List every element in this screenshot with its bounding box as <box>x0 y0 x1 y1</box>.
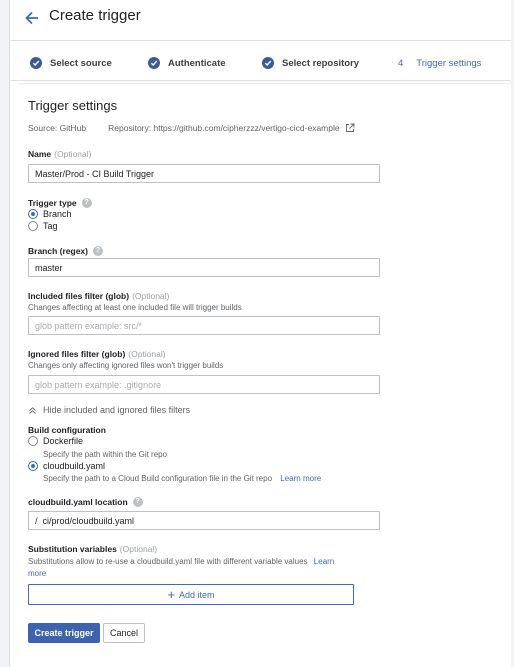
left-gutter <box>0 0 10 667</box>
help-icon[interactable]: ? <box>93 246 103 256</box>
step-number: 4 <box>398 57 404 69</box>
step-label: Select source <box>50 57 112 69</box>
radio-unselected-icon <box>28 221 38 231</box>
check-circle-icon <box>148 57 160 69</box>
check-circle-icon <box>30 57 42 69</box>
optional-tag: (Optional) <box>119 544 158 554</box>
radio-branch[interactable]: Branch <box>28 209 72 219</box>
radio-unselected-icon <box>28 436 38 446</box>
cloudbuild-hint: Specify the path to a Cloud Build config… <box>43 474 321 483</box>
add-item-label: Add item <box>179 589 215 600</box>
source-text: Source: GitHub <box>28 123 87 133</box>
cloudbuild-location-input[interactable]: / ci/prod/cloudbuild.yaml <box>28 511 380 530</box>
chevron-up-icon <box>29 406 36 414</box>
step-authenticate[interactable]: Authenticate <box>148 50 226 76</box>
name-input[interactable]: Master/Prod - CI Build Trigger <box>28 164 380 183</box>
step-select-source[interactable]: Select source <box>30 50 112 76</box>
cloudbuild-location-label: cloudbuild.yaml location ? <box>28 497 143 507</box>
dockerfile-hint: Specify the path within the Git repo <box>43 450 168 459</box>
cloudbuild-location-label-text: cloudbuild.yaml location <box>28 497 128 507</box>
branch-label: Branch (regex) ? <box>28 246 103 256</box>
substitution-label: Substitution variables (Optional) <box>28 544 157 554</box>
radio-dockerfile[interactable]: Dockerfile <box>28 436 83 446</box>
ignored-filter-input[interactable]: glob pattern example: .gitignore <box>28 375 380 394</box>
build-config-label: Build configuration <box>28 425 106 435</box>
radio-tag[interactable]: Tag <box>28 221 58 231</box>
radio-selected-icon <box>28 461 38 471</box>
branch-label-text: Branch (regex) <box>28 246 88 256</box>
radio-tag-label: Tag <box>43 221 58 231</box>
repository-text: Repository: https://github.com/cipherzzz… <box>108 123 340 133</box>
help-icon[interactable]: ? <box>81 198 92 208</box>
step-label: Select repository <box>282 57 360 69</box>
radio-branch-label: Branch <box>43 209 72 219</box>
trigger-type-label-text: Trigger type <box>28 198 77 208</box>
build-config-label-text: Build configuration <box>28 425 106 435</box>
header-divider <box>10 40 511 41</box>
open-in-new-icon[interactable] <box>345 123 355 133</box>
radio-dockerfile-label: Dockerfile <box>43 436 84 446</box>
content-divider <box>18 83 511 84</box>
radio-cloudbuild[interactable]: cloudbuild.yaml <box>28 461 105 471</box>
page-title: Create trigger <box>49 7 141 24</box>
learn-more-link[interactable]: Learn more <box>280 474 321 483</box>
plus-icon: + <box>167 587 176 602</box>
create-trigger-button[interactable]: Create trigger <box>28 623 100 643</box>
cancel-button[interactable]: Cancel <box>103 623 145 643</box>
name-label-text: Name <box>28 149 52 159</box>
included-filter-label-text: Included files filter (glob) <box>28 291 130 301</box>
learn-more-link-cont[interactable]: more <box>28 569 46 578</box>
add-item-button[interactable]: + Add item <box>28 584 354 605</box>
branch-input[interactable]: master <box>28 258 380 277</box>
hide-filters-link[interactable]: Hide included and ignored files filters <box>28 405 190 415</box>
included-filter-label: Included files filter (glob) (Optional) <box>28 291 169 301</box>
step-label: Authenticate <box>168 57 226 69</box>
step-label: Trigger settings <box>416 57 482 69</box>
substitution-label-text: Substitution variables <box>28 544 117 554</box>
stepper: Select source Authenticate Select reposi… <box>10 50 511 78</box>
check-circle-icon <box>262 57 274 69</box>
included-filter-hint: Changes affecting at least one included … <box>28 303 242 312</box>
source-info: Source: GitHub Repository: https://githu… <box>28 123 355 133</box>
optional-tag: (Optional) <box>128 349 166 359</box>
included-filter-input[interactable]: glob pattern example: src/* <box>28 316 380 335</box>
substitution-hint: Substitutions allow to re-use a cloudbui… <box>28 556 388 580</box>
help-icon[interactable]: ? <box>132 497 143 507</box>
ignored-filter-label-text: Ignored files filter (glob) <box>28 349 126 359</box>
ignored-filter-hint: Changes only affecting ignored files won… <box>28 361 224 370</box>
cloudbuild-hint-text: Specify the path to a Cloud Build config… <box>43 474 273 483</box>
name-label: Name (Optional) <box>28 149 91 159</box>
hide-filters-text: Hide included and ignored files filters <box>43 405 191 415</box>
step-trigger-settings[interactable]: 4 Trigger settings <box>398 50 481 76</box>
trigger-type-label: Trigger type ? <box>28 198 92 208</box>
radio-selected-icon <box>28 209 38 219</box>
optional-tag: (Optional) <box>54 149 92 159</box>
optional-tag: (Optional) <box>132 291 170 301</box>
learn-more-link[interactable]: Learn <box>314 557 334 566</box>
step-select-repository[interactable]: Select repository <box>262 50 359 76</box>
ignored-filter-label: Ignored files filter (glob) (Optional) <box>28 349 166 359</box>
substitution-hint-text: Substitutions allow to re-use a cloudbui… <box>28 557 308 566</box>
stepper-divider <box>10 80 511 81</box>
radio-cloudbuild-label: cloudbuild.yaml <box>43 461 106 471</box>
section-title: Trigger settings <box>28 98 118 113</box>
arrow-back-icon[interactable] <box>22 8 42 28</box>
